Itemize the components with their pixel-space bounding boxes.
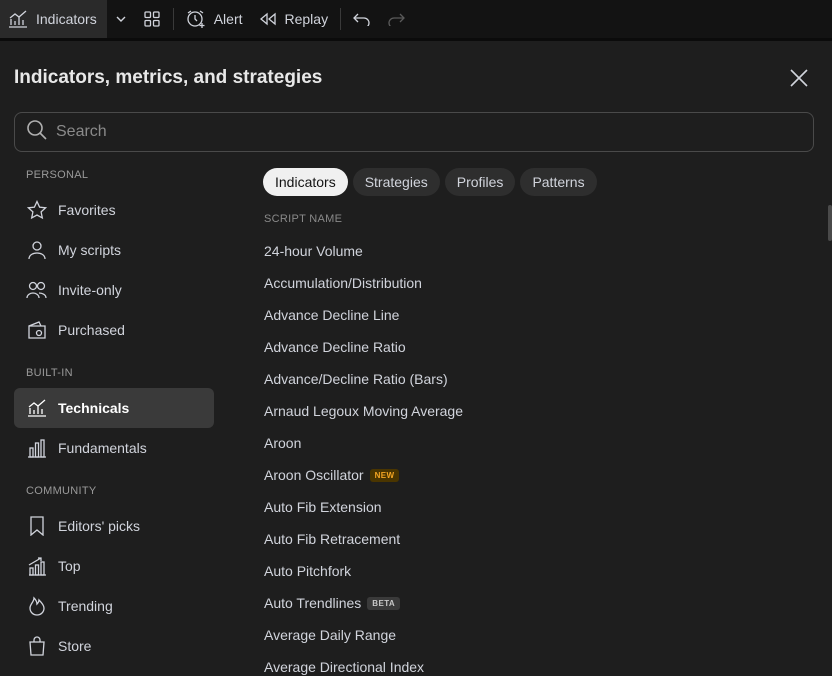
script-row[interactable]: Advance Decline Line <box>264 299 463 331</box>
undo-button[interactable] <box>345 0 379 38</box>
script-name: 24-hour Volume <box>264 243 363 259</box>
redo-icon <box>387 12 406 26</box>
script-name: Average Daily Range <box>264 627 397 643</box>
sidebar-item-label: Top <box>58 558 81 574</box>
search-placeholder: Search <box>56 123 107 140</box>
user-icon <box>26 239 48 261</box>
bookmark-icon <box>26 515 48 537</box>
sidebar-item-editors-picks[interactable]: Editors' picks <box>14 506 214 546</box>
sidebar-item-store[interactable]: Store <box>14 626 214 666</box>
category-tabs: Indicators Strategies Profiles Patterns <box>263 168 597 196</box>
script-row[interactable]: Auto Trendlines BETA <box>264 587 463 619</box>
script-name: Auto Pitchfork <box>264 563 352 579</box>
toolbar-divider <box>340 8 342 30</box>
bar-chart-icon <box>26 437 48 459</box>
script-name: Advance Decline Line <box>264 307 400 323</box>
script-row[interactable]: Average Directional Index <box>264 651 463 676</box>
toolbar-divider <box>172 8 174 30</box>
wallet-icon <box>26 319 48 341</box>
script-row[interactable]: Aroon <box>264 427 463 459</box>
sidebar-item-label: Invite-only <box>58 282 122 298</box>
sidebar-item-label: Favorites <box>58 202 116 218</box>
star-icon <box>26 199 48 221</box>
sidebar-item-trending[interactable]: Trending <box>14 586 214 626</box>
new-badge: NEW <box>369 468 400 482</box>
search-input[interactable]: Search <box>14 112 814 152</box>
alarm-clock-icon <box>186 9 206 29</box>
tab-strategies[interactable]: Strategies <box>352 168 440 196</box>
tab-patterns[interactable]: Patterns <box>520 168 597 196</box>
script-row[interactable]: Average Daily Range <box>264 619 463 651</box>
list-scrollbar[interactable] <box>828 205 832 241</box>
replay-button[interactable]: Replay <box>251 0 337 38</box>
indicators-button[interactable]: Indicators <box>0 0 107 38</box>
dialog-title: Indicators, metrics, and strategies <box>14 67 323 88</box>
script-row[interactable]: 24-hour Volume <box>264 235 463 267</box>
chevron-down-icon <box>115 15 127 23</box>
sidebar-item-label: Fundamentals <box>58 440 147 456</box>
script-name: Auto Fib Retracement <box>264 531 401 547</box>
script-name: Aroon <box>264 435 302 451</box>
section-heading-builtin: BUILT-IN <box>26 367 73 379</box>
alert-label: Alert <box>213 11 243 27</box>
script-list: 24-hour Volume Accumulation/Distribution… <box>264 235 463 676</box>
flame-icon <box>26 595 48 617</box>
alert-button[interactable]: Alert <box>178 0 251 38</box>
chart-line-icon <box>8 10 28 28</box>
sidebar-item-technicals[interactable]: Technicals <box>14 388 214 428</box>
sidebar-item-my-scripts[interactable]: My scripts <box>14 230 214 270</box>
script-name: Advance Decline Ratio <box>264 339 406 355</box>
sidebar-item-favorites[interactable]: Favorites <box>14 190 214 230</box>
search-icon <box>26 119 48 146</box>
replay-label: Replay <box>284 11 329 27</box>
top-toolbar: Indicators Alert Replay <box>0 0 832 38</box>
trending-bars-icon <box>26 555 48 577</box>
indicators-dialog: Indicators, metrics, and strategies Sear… <box>0 41 832 676</box>
section-heading-personal: PERSONAL <box>26 169 89 181</box>
beta-badge: BETA <box>367 596 401 610</box>
users-icon <box>26 279 48 301</box>
script-row[interactable]: Auto Pitchfork <box>264 555 463 587</box>
indicators-label: Indicators <box>36 11 97 27</box>
script-name: Auto Trendlines <box>264 595 362 611</box>
script-row[interactable]: Advance Decline Ratio <box>264 331 463 363</box>
shopping-bag-icon <box>26 635 48 657</box>
close-icon <box>788 69 810 93</box>
tab-indicators[interactable]: Indicators <box>263 168 348 196</box>
sidebar-item-label: Purchased <box>58 322 125 338</box>
tab-profiles[interactable]: Profiles <box>444 168 516 196</box>
chart-line-icon <box>26 397 48 419</box>
script-row[interactable]: Advance/Decline Ratio (Bars) <box>264 363 463 395</box>
script-row[interactable]: Aroon Oscillator NEW <box>264 459 463 491</box>
script-row[interactable]: Auto Fib Extension <box>264 491 463 523</box>
script-name: Arnaud Legoux Moving Average <box>264 403 463 419</box>
rewind-icon <box>259 12 277 26</box>
script-row[interactable]: Auto Fib Retracement <box>264 523 463 555</box>
script-name: Advance/Decline Ratio (Bars) <box>264 371 448 387</box>
script-name: Average Directional Index <box>264 659 425 675</box>
sidebar-item-label: Trending <box>58 598 113 614</box>
column-header-script-name: SCRIPT NAME <box>264 213 343 225</box>
sidebar-item-label: Editors' picks <box>58 518 141 534</box>
script-row[interactable]: Accumulation/Distribution <box>264 267 463 299</box>
sidebar-item-label: My scripts <box>58 242 121 258</box>
sidebar-item-label: Store <box>58 638 92 654</box>
grid-icon <box>143 10 161 28</box>
sidebar-item-fundamentals[interactable]: Fundamentals <box>14 428 214 468</box>
script-row[interactable]: Arnaud Legoux Moving Average <box>264 395 463 427</box>
redo-button[interactable] <box>379 0 413 38</box>
script-name: Accumulation/Distribution <box>264 275 422 291</box>
close-button[interactable] <box>788 67 810 89</box>
layouts-button[interactable] <box>135 0 169 38</box>
sidebar-item-purchased[interactable]: Purchased <box>14 310 214 350</box>
sidebar-item-label: Technicals <box>58 400 130 416</box>
section-heading-community: COMMUNITY <box>26 485 97 497</box>
script-name: Auto Fib Extension <box>264 499 382 515</box>
undo-icon <box>353 12 371 26</box>
script-name: Aroon Oscillator <box>264 467 364 483</box>
sidebar-item-invite-only[interactable]: Invite-only <box>14 270 214 310</box>
sidebar-item-top[interactable]: Top <box>14 546 214 586</box>
chevron-down-button[interactable] <box>107 0 135 38</box>
